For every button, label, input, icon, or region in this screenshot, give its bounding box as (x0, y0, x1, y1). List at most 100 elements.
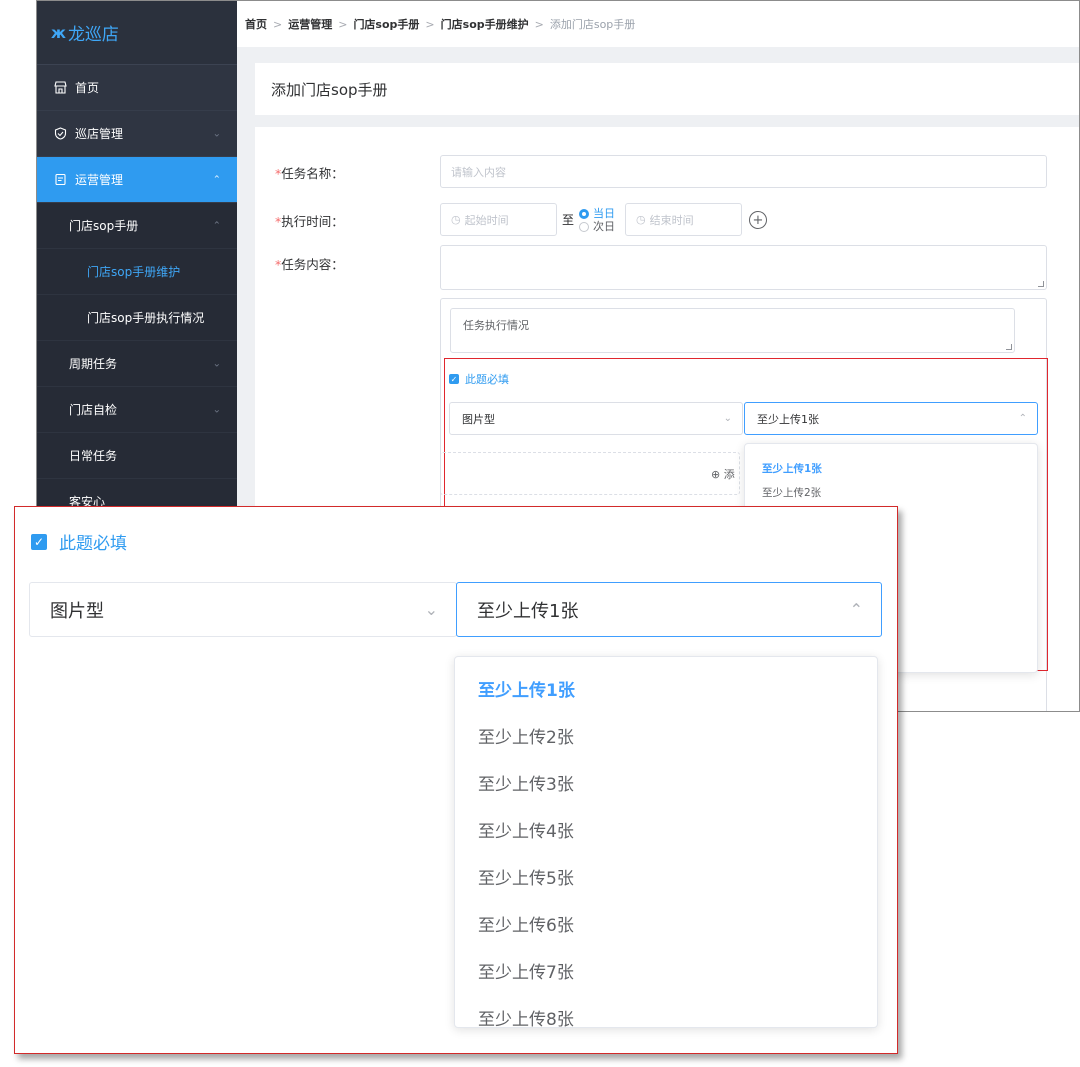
chevron-down-icon: ⌄ (212, 404, 221, 415)
type-select-zoomed[interactable]: 图片型 ⌄ (29, 582, 457, 637)
task-name-label: *任务名称： (275, 163, 344, 182)
sidebar-item-label: 首页 (75, 81, 100, 95)
label-text: 执行时间： (281, 214, 344, 229)
day-radio-group: 当日 次日 (579, 207, 615, 233)
dropdown-option[interactable]: 至少上传7张 (455, 947, 877, 994)
breadcrumb-sop-manual[interactable]: 门店sop手册 (353, 16, 419, 32)
chevron-up-icon: ⌃ (212, 174, 221, 185)
type-select[interactable]: 图片型 ⌄ (449, 402, 743, 435)
sidebar-item-periodic-tasks[interactable]: 周期任务 ⌄ (37, 341, 237, 387)
radio-dot (579, 208, 589, 219)
sidebar-item-label: 门店自检 (69, 403, 118, 417)
add-time-button[interactable]: + (749, 211, 767, 229)
required-checkbox-zoomed[interactable]: ✓ 此题必填 (31, 529, 127, 554)
check-icon: ✓ (449, 374, 459, 384)
sidebar-item-label: 巡店管理 (75, 127, 124, 141)
breadcrumb-home[interactable]: 首页 (245, 16, 267, 32)
required-label: 此题必填 (465, 373, 509, 386)
required-checkbox[interactable]: ✓ 此题必填 (449, 371, 509, 387)
sidebar-item-sop-manual[interactable]: 门店sop手册 ⌃ (37, 203, 237, 249)
sidebar-item-home[interactable]: 首页 (37, 65, 237, 111)
chevron-up-icon: ⌃ (212, 220, 221, 231)
chevron-down-icon: ⌄ (212, 128, 221, 139)
logo[interactable]: ж 龙巡店 (37, 1, 237, 65)
store-icon (53, 81, 67, 95)
content-label: *任务内容： (275, 254, 344, 273)
exec-time-label: *执行时间： (275, 211, 344, 230)
content-textarea[interactable] (440, 245, 1047, 290)
dropdown-option[interactable]: 至少上传8张 (455, 994, 877, 1027)
sidebar-item-inspection[interactable]: 巡店管理 ⌄ (37, 111, 237, 157)
page-header: 添加门店sop手册 (255, 63, 1079, 115)
link-icon: ж (51, 23, 66, 42)
to-label: 至 (562, 213, 575, 227)
sidebar-item-sop-maintenance[interactable]: 门店sop手册维护 (37, 249, 237, 295)
breadcrumb-current: 添加门店sop手册 (549, 18, 636, 31)
chevron-down-icon: ⌄ (424, 600, 438, 619)
sidebar-item-label: 门店sop手册维护 (87, 265, 181, 279)
dropdown-option[interactable]: 至少上传2张 (745, 480, 1037, 504)
logo-text: 龙巡店 (67, 25, 119, 45)
breadcrumb-separator: > (338, 17, 348, 31)
sidebar-item-label: 门店sop手册执行情况 (87, 311, 205, 325)
select-value: 图片型 (462, 412, 495, 426)
shield-icon (53, 127, 67, 141)
dropdown-option[interactable]: 至少上传5张 (455, 853, 877, 900)
required-label: 此题必填 (59, 534, 127, 554)
start-time-picker[interactable]: ◷ 起始时间 (440, 203, 557, 236)
operations-submenu: 门店sop手册 ⌃ 门店sop手册维护 门店sop手册执行情况 周期任务 ⌄ 门… (37, 203, 237, 525)
radio-today[interactable]: 当日 (579, 207, 615, 220)
select-value: 至少上传1张 (757, 412, 819, 426)
sidebar-item-label: 运营管理 (75, 173, 124, 187)
breadcrumb: 首页 > 运营管理 > 门店sop手册 > 门店sop手册维护 > 添加门店so… (237, 1, 1079, 47)
end-time-placeholder: 结束时间 (649, 213, 694, 227)
task-exec-textarea[interactable]: 任务执行情况 (450, 308, 1015, 353)
resize-handle-icon[interactable] (1038, 281, 1044, 287)
clock-icon: ◷ (636, 213, 646, 226)
radio-nextday[interactable]: 次日 (579, 220, 615, 233)
chevron-up-icon: ⌃ (849, 600, 863, 619)
radio-label: 次日 (593, 220, 615, 233)
radio-label: 当日 (593, 207, 615, 220)
breadcrumb-separator: > (534, 17, 544, 31)
upload-count-select-zoomed[interactable]: 至少上传1张 ⌃ (456, 582, 882, 637)
upload-count-dropdown: 至少上传1张 至少上传2张 至少上传3张 至少上传4张 至少上传5张 至少上传6… (454, 656, 878, 1028)
resize-handle-icon[interactable] (1006, 344, 1012, 350)
dropdown-option[interactable]: 至少上传4张 (455, 806, 877, 853)
check-icon: ✓ (31, 533, 47, 550)
sidebar-item-self-check[interactable]: 门店自检 ⌄ (37, 387, 237, 433)
dropdown-option[interactable]: 至少上传1张 (455, 665, 877, 712)
breadcrumb-separator: > (273, 17, 283, 31)
sidebar-item-label: 周期任务 (69, 357, 118, 371)
page-title: 添加门店sop手册 (271, 80, 388, 99)
breadcrumb-operations[interactable]: 运营管理 (288, 16, 332, 32)
plus-circle-icon: ⊕ 添 (711, 467, 735, 481)
clock-icon: ◷ (451, 213, 461, 226)
add-item-button[interactable]: ⊕ 添 (440, 452, 740, 495)
dropdown-option[interactable]: 至少上传6张 (455, 900, 877, 947)
sidebar-item-daily-tasks[interactable]: 日常任务 (37, 433, 237, 479)
plus-icon: + (752, 212, 764, 228)
label-text: 任务名称： (281, 166, 344, 181)
select-value: 至少上传1张 (477, 600, 579, 622)
start-time-placeholder: 起始时间 (464, 213, 509, 227)
sidebar-item-sop-execution[interactable]: 门店sop手册执行情况 (37, 295, 237, 341)
label-text: 任务内容： (281, 257, 344, 272)
sidebar-item-operations[interactable]: 运营管理 ⌃ (37, 157, 237, 203)
chevron-down-icon: ⌄ (723, 413, 732, 424)
sidebar-item-label: 日常任务 (69, 449, 118, 463)
dropdown-option[interactable]: 至少上传2张 (455, 712, 877, 759)
upload-count-select[interactable]: 至少上传1张 ⌃ (744, 402, 1038, 435)
chevron-up-icon: ⌃ (1018, 413, 1027, 424)
zoom-callout: ✓ 此题必填 图片型 ⌄ 至少上传1张 ⌃ 至少上传1张 至少上传2张 至少上传… (14, 506, 898, 1054)
breadcrumb-separator: > (425, 17, 435, 31)
end-time-picker[interactable]: ◷ 结束时间 (625, 203, 742, 236)
add-label: 添 (723, 467, 735, 481)
dropdown-option[interactable]: 至少上传3张 (455, 759, 877, 806)
select-value: 图片型 (50, 600, 104, 622)
dropdown-option[interactable]: 至少上传1张 (745, 456, 1037, 480)
task-name-input[interactable]: 请输入内容 (440, 155, 1047, 188)
sidebar-item-label: 门店sop手册 (69, 219, 139, 233)
breadcrumb-sop-maintenance[interactable]: 门店sop手册维护 (441, 16, 529, 32)
clipboard-icon (53, 173, 67, 187)
